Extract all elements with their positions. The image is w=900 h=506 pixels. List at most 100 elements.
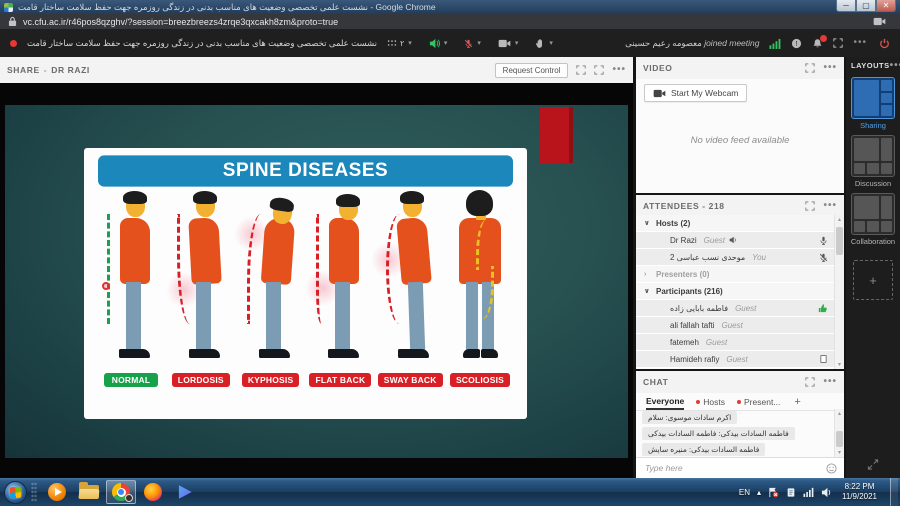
scroll-thumb[interactable] [836,227,843,255]
pods-menu-icon[interactable] [387,39,397,47]
pods-menu-badge: ٢ [400,39,404,48]
layout-thumbnail[interactable] [851,135,895,177]
close-button[interactable]: ✕ [876,0,896,12]
attendee-row[interactable]: Hamideh rafiy Guest [636,351,834,368]
camera-page-action-icon[interactable] [873,17,886,26]
pod-fullscreen-icon[interactable] [805,201,815,211]
show-desktop-button[interactable] [890,478,898,506]
thumbs-icon[interactable] [818,303,828,313]
maximize-button[interactable]: ▢ [856,0,876,12]
posture-figure [308,190,372,368]
language-indicator[interactable]: EN [739,488,750,497]
chevron-down-icon[interactable]: ▾ [444,39,448,47]
speaker-icon[interactable] [429,38,440,49]
url-text[interactable]: vc.cfu.ac.ir/r46pos8qzghv/?session=breez… [23,17,338,27]
hidden-icons-arrow-icon[interactable]: ▴ [757,488,761,497]
pod-fullscreen-icon[interactable] [805,377,815,387]
pod-menu-icon[interactable]: ••• [823,203,837,209]
notifications-bell-icon[interactable] [812,38,823,49]
clipboard-tray-icon[interactable] [786,487,796,498]
section-chevron-icon[interactable]: ∨ [644,219,656,227]
pod-fullscreen-icon[interactable] [576,65,586,75]
attendee-row[interactable]: فاطمه بابایی زاده Guest [636,300,834,317]
taskbar-media-player-icon[interactable] [42,480,72,504]
chevron-down-icon[interactable]: ▾ [515,39,519,47]
layout-item[interactable]: Sharing [851,72,895,130]
attendee-row[interactable]: Dr Razi Guest [636,232,834,249]
share-pod-header: SHARE - DR RAZI Request Control ••• [0,57,633,83]
chat-message: فاطمه السادات بیدکی: منیره سایش [642,443,765,456]
figure-shoe [119,349,150,358]
volume-icon[interactable] [821,487,832,498]
attendee-row[interactable]: موحدی نسب عباسی 2 You [636,249,834,266]
taskbar-chrome-icon[interactable] [106,480,136,504]
pod-menu-icon[interactable]: ••• [823,65,837,71]
pod-menu-icon[interactable]: ••• [612,67,626,73]
start-webcam-button[interactable]: Start My Webcam [644,84,747,102]
recording-indicator-icon [10,40,17,47]
layouts-list: Sharing Discussion Collaboration [846,72,900,246]
scroll-down-icon[interactable]: ▾ [835,361,844,368]
add-layout-button[interactable]: + [853,260,893,300]
scroll-up-icon[interactable]: ▴ [835,410,844,417]
minimize-button[interactable]: ─ [836,0,856,12]
chat-tab[interactable]: Present... [737,393,780,410]
address-bar[interactable]: vc.cfu.ac.ir/r46pos8qzghv/?session=breez… [0,14,900,29]
add-chat-tab-button[interactable]: + [794,396,800,408]
pod-menu-icon[interactable]: ••• [823,379,837,385]
taskbar-divider [31,482,37,502]
chat-pod-header: CHAT ••• [636,371,844,393]
layouts-menu-icon[interactable]: ••• [890,63,900,69]
raise-hand-icon[interactable] [535,38,545,49]
layout-item[interactable]: Discussion [851,130,895,188]
collapse-panel-icon[interactable] [868,459,879,470]
microphone-muted-icon[interactable] [464,38,473,49]
chat-tab[interactable]: Everyone [646,393,684,410]
help-icon[interactable]: ! [791,38,802,49]
attendees-scrollbar[interactable]: ▴ ▾ [834,215,844,369]
scroll-thumb[interactable] [836,431,843,447]
network-icon[interactable] [803,487,814,497]
webcam-icon[interactable] [498,39,511,48]
share-pod-title: SHARE [7,65,40,75]
figure-torso [120,218,150,284]
attendee-row[interactable]: › Presenters (0) [636,266,834,283]
connection-signal-icon[interactable] [769,38,781,49]
taskbar-kmplayer-icon[interactable] [170,480,200,504]
taskbar-clock[interactable]: 8:22 PM 11/9/2021 [842,482,877,502]
request-control-button[interactable]: Request Control [495,63,569,78]
micmuted-icon[interactable] [819,252,828,263]
action-center-flag-icon[interactable] [768,487,779,498]
chevron-down-icon[interactable]: ▾ [477,39,481,47]
pod-maximize-icon[interactable] [594,65,604,75]
scroll-up-icon[interactable]: ▴ [835,216,844,223]
attendee-row[interactable]: fatemeh Guest [636,334,834,351]
section-chevron-icon[interactable]: › [644,271,656,278]
power-leave-icon[interactable] [879,38,890,49]
chevron-down-icon[interactable]: ▾ [549,39,553,47]
chevron-down-icon[interactable]: ▾ [408,39,412,47]
scroll-down-icon[interactable]: ▾ [835,449,844,456]
layout-thumbnail[interactable] [851,77,895,119]
fullscreen-icon[interactable] [833,38,843,48]
mic-icon[interactable] [819,235,828,246]
windows-logo-icon [10,486,22,498]
taskbar-firefox-icon[interactable] [138,480,168,504]
note-icon[interactable] [819,354,828,364]
section-chevron-icon[interactable]: ∨ [644,287,656,295]
chat-tab[interactable]: Hosts [696,393,725,410]
chat-input[interactable] [643,462,826,474]
attendee-role-tag: Guest [721,321,742,330]
pod-fullscreen-icon[interactable] [805,63,815,73]
attendee-row[interactable]: ∨ Hosts (2) [636,215,834,232]
taskbar-file-explorer-icon[interactable] [74,480,104,504]
more-options-icon[interactable]: ••• [853,40,867,46]
attendee-row[interactable]: ∨ Participants (216) [636,283,834,300]
layout-item[interactable]: Collaboration [851,188,895,246]
emoji-icon[interactable] [826,463,837,474]
start-button[interactable] [4,481,27,504]
chat-scrollbar[interactable]: ▴ ▾ [834,409,844,457]
attendees-count: - 218 [702,201,724,211]
attendee-row[interactable]: ali fallah tafti Guest [636,317,834,334]
layout-thumbnail[interactable] [851,193,895,235]
